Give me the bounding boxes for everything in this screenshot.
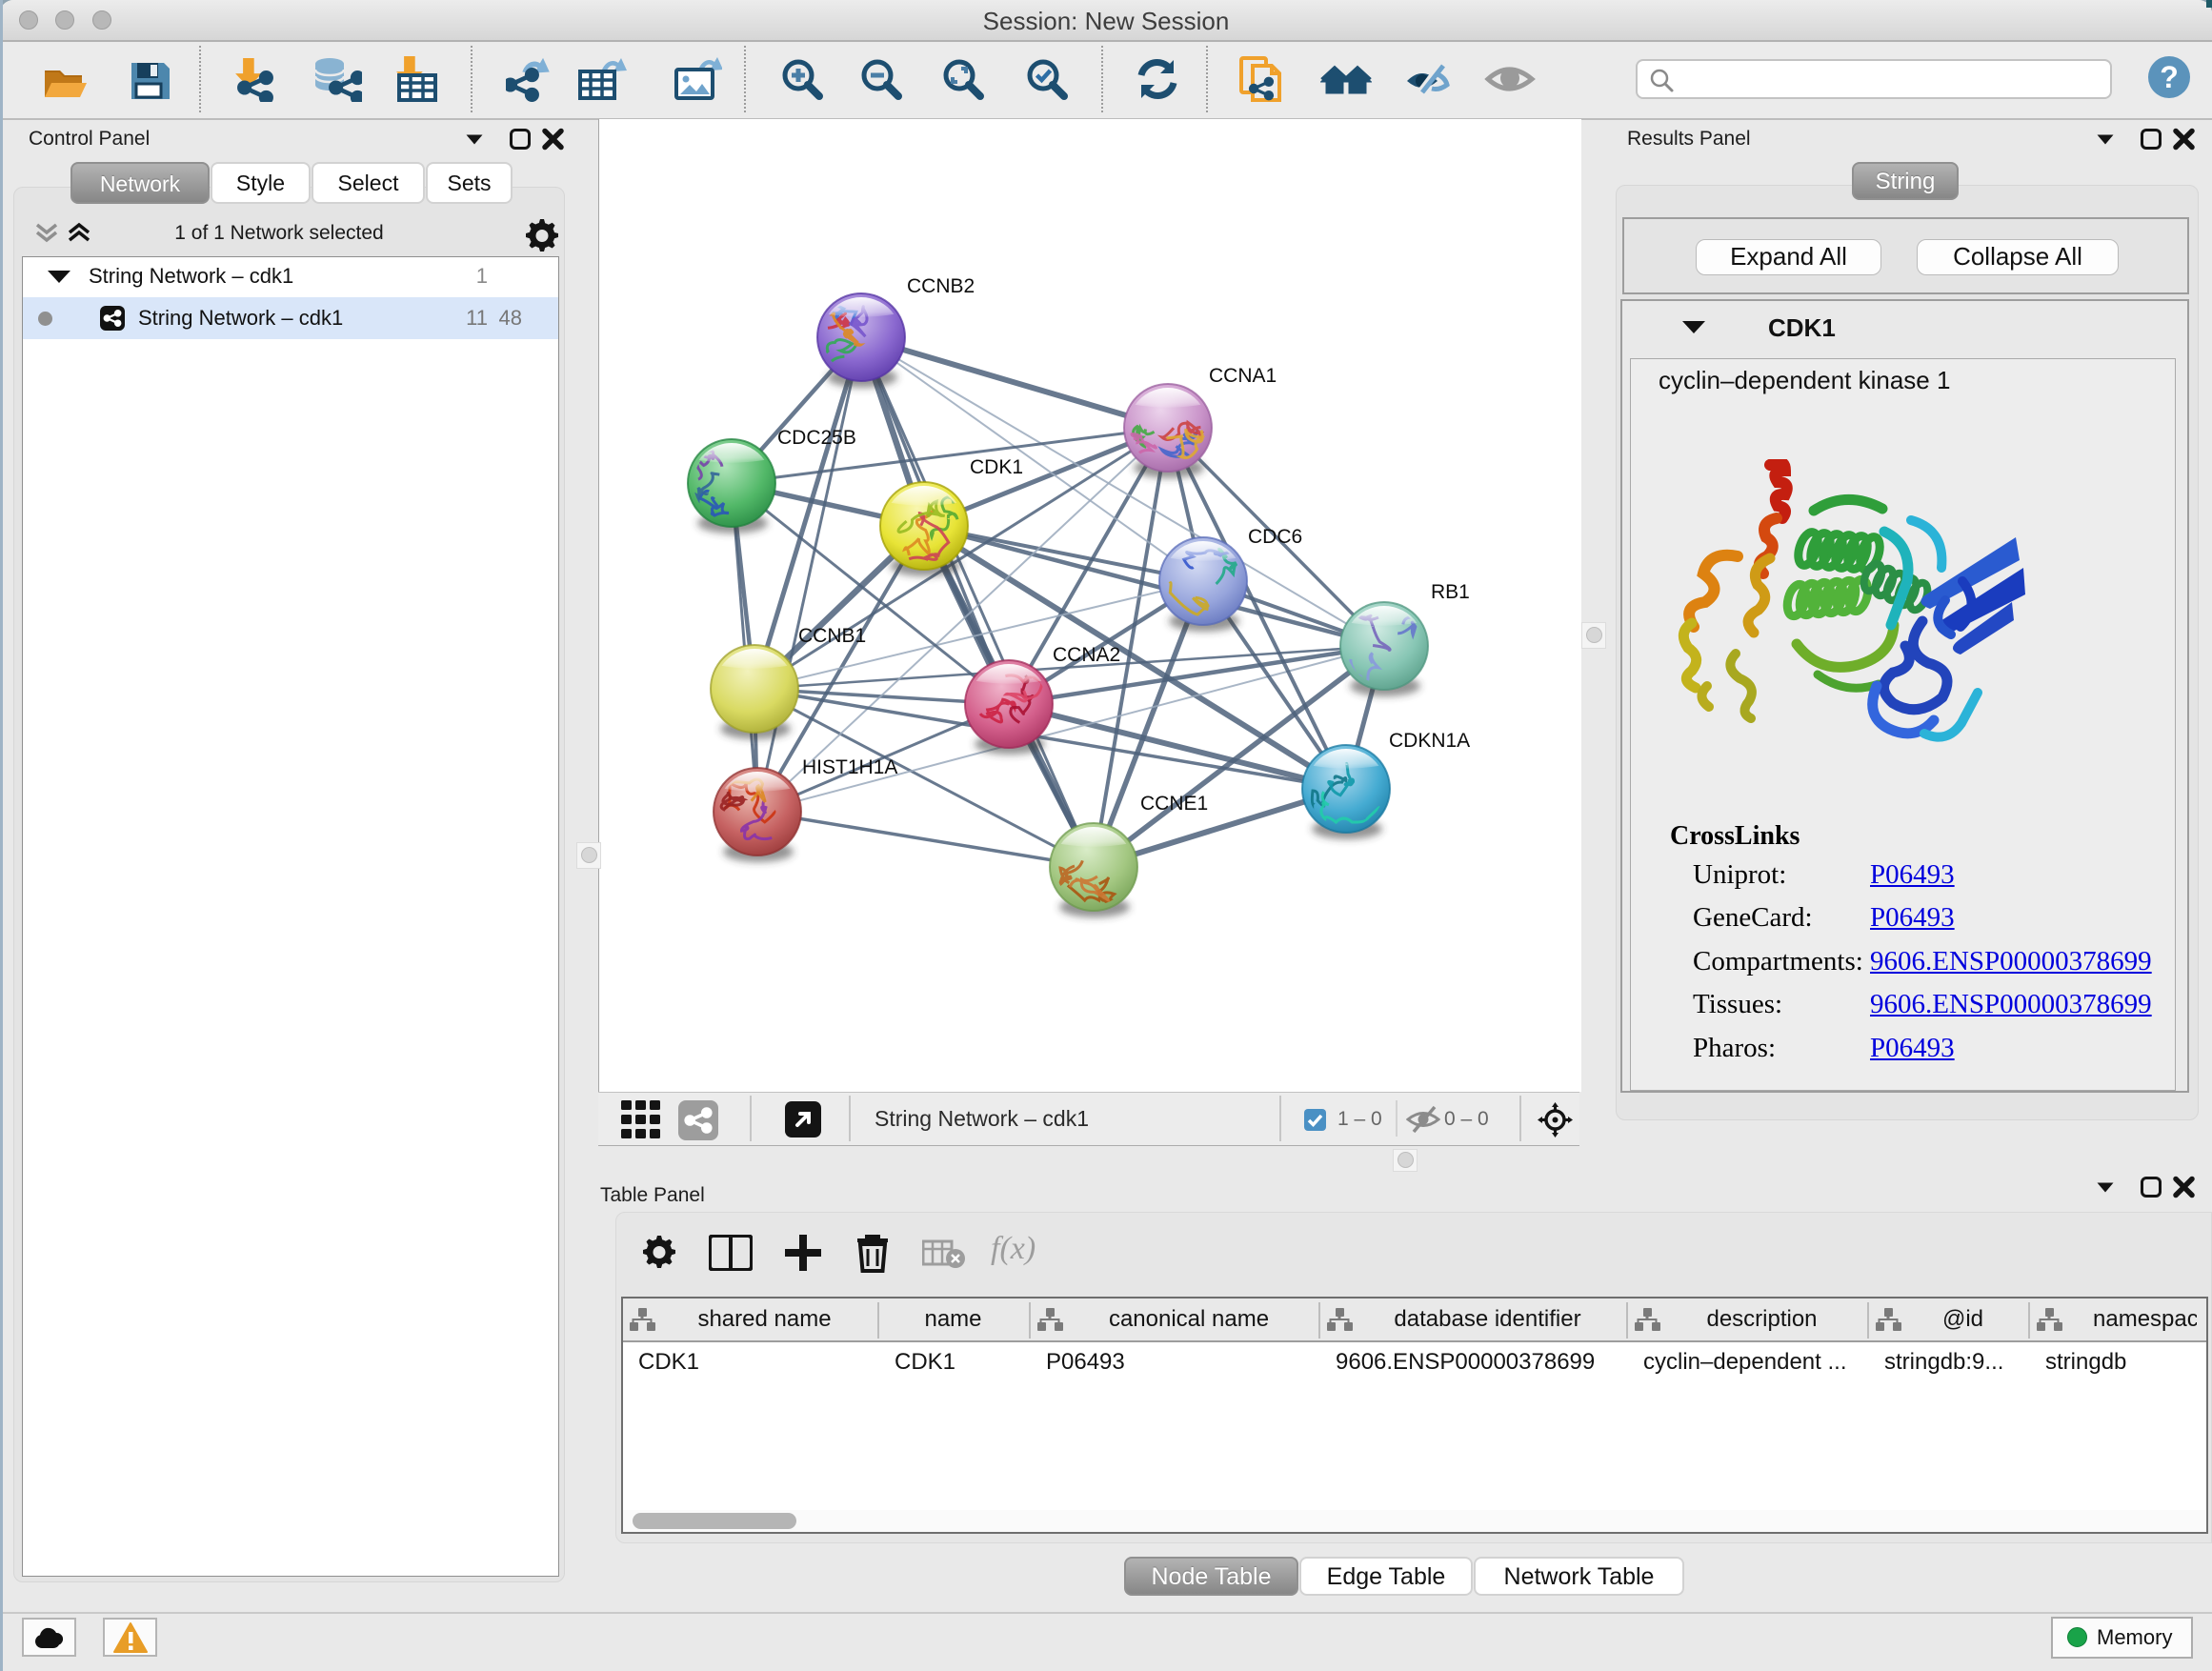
svg-text:CDKN1A: CDKN1A: [1389, 730, 1470, 752]
svg-text:CCNA1: CCNA1: [1209, 365, 1277, 387]
svg-text:HIST1H1A: HIST1H1A: [802, 756, 897, 778]
svg-text:CCNB2: CCNB2: [907, 275, 975, 297]
svg-text:CDC25B: CDC25B: [777, 427, 856, 449]
svg-text:RB1: RB1: [1431, 581, 1470, 603]
svg-text:CCNB1: CCNB1: [798, 625, 866, 647]
svg-text:CDK1: CDK1: [970, 456, 1023, 478]
svg-text:CDC6: CDC6: [1248, 526, 1302, 548]
svg-text:CCNE1: CCNE1: [1140, 793, 1208, 815]
svg-text:?: ?: [2160, 60, 2179, 94]
svg-text:CCNA2: CCNA2: [1053, 644, 1120, 666]
